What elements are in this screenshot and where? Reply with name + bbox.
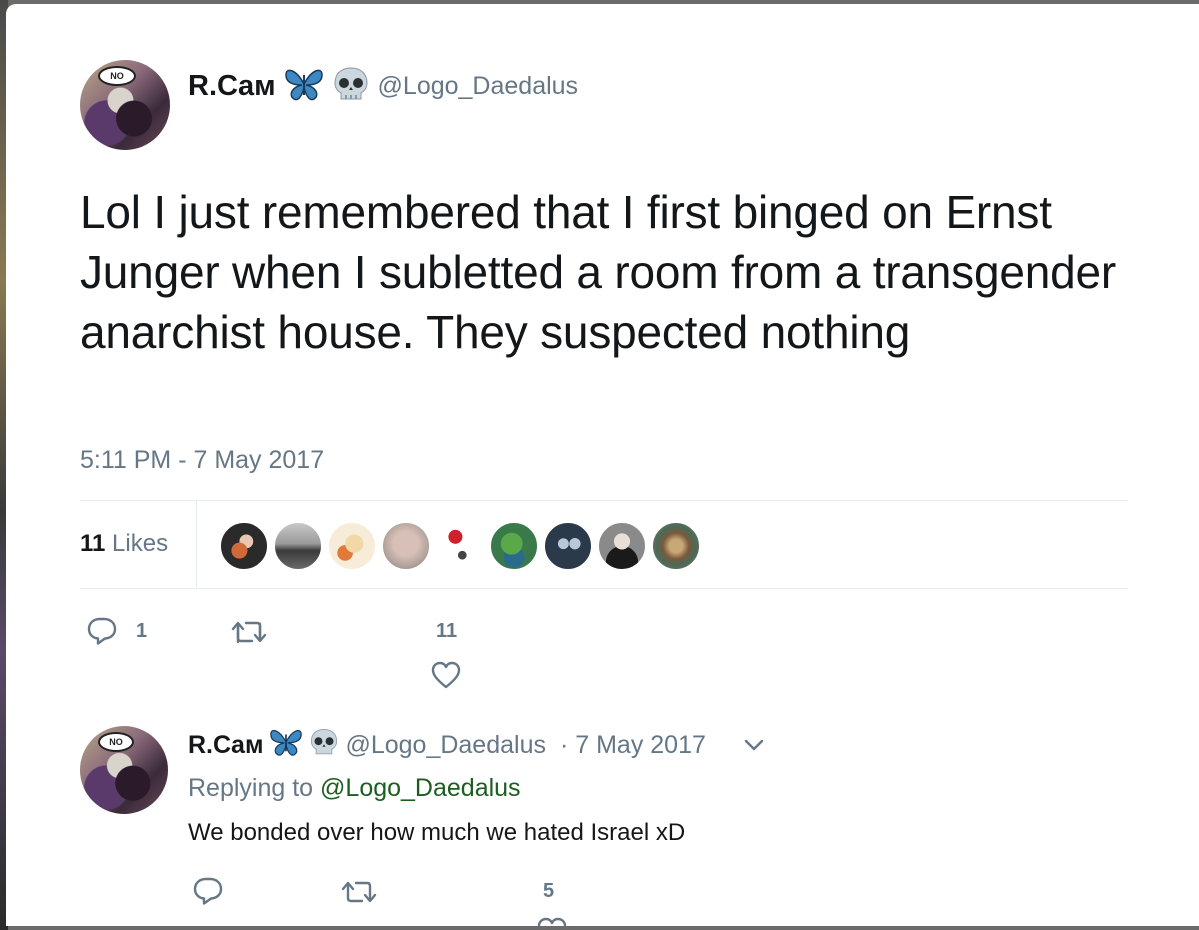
tweet-text: Lol I just remembered that I first binge… — [80, 186, 1117, 358]
replying-to-prefix: Replying to — [188, 774, 314, 802]
avatar-speech-bubble: NO — [98, 66, 136, 86]
liker-avatar[interactable] — [598, 522, 646, 570]
divider-vertical — [196, 501, 197, 587]
reply-retweet-button[interactable] — [340, 878, 378, 911]
divider — [80, 500, 1128, 501]
reply-icon — [193, 877, 223, 905]
likes-label: Likes — [112, 530, 169, 557]
skull-icon — [309, 727, 339, 764]
liker-avatar[interactable] — [652, 522, 700, 570]
heart-icon — [431, 661, 461, 689]
like-button[interactable] — [430, 660, 462, 695]
likes-count[interactable]: 11 Likes — [80, 530, 168, 558]
reply-button[interactable] — [86, 616, 118, 651]
heart-icon — [537, 917, 567, 926]
liker-avatar[interactable] — [328, 522, 376, 570]
reply-icon — [87, 617, 117, 645]
tweet-timestamp[interactable]: 5:11 PM - 7 May 2017 — [80, 446, 324, 475]
butterfly-icon — [269, 726, 303, 765]
retweet-icon — [341, 881, 377, 903]
replying-to: Replying to @Logo_Daedalus — [188, 774, 521, 803]
tweet-header: R.Cам @Logo_Daedalus — [188, 66, 578, 106]
reply-display-name[interactable]: R.Cам — [188, 731, 263, 760]
display-name[interactable]: R.Cам — [188, 70, 276, 103]
liker-avatar[interactable] — [382, 522, 430, 570]
reply-like-count: 5 — [543, 880, 555, 902]
username-handle[interactable]: @Logo_Daedalus — [378, 72, 579, 101]
avatar-speech-bubble: NO — [98, 732, 134, 752]
butterfly-icon — [284, 65, 324, 108]
reply-reply-button[interactable] — [192, 876, 224, 911]
reply-header: R.Cам @Logo_Daedalus · 7 May 2017 — [188, 726, 766, 765]
reply-avatar[interactable]: NO — [80, 726, 168, 814]
liker-avatar[interactable] — [436, 522, 484, 570]
retweet-icon — [231, 621, 267, 644]
liker-avatar[interactable] — [220, 522, 268, 570]
liker-avatar[interactable] — [274, 522, 322, 570]
reply-username-handle[interactable]: @Logo_Daedalus — [345, 731, 546, 760]
liker-avatar[interactable] — [490, 522, 538, 570]
liker-avatar[interactable] — [544, 522, 592, 570]
reply-count: 1 — [136, 620, 148, 642]
reply-date[interactable]: · 7 May 2017 — [560, 731, 706, 760]
like-count: 11 — [436, 620, 458, 642]
divider — [80, 588, 1128, 589]
reply-like-button[interactable] — [536, 916, 568, 926]
skull-icon — [332, 65, 370, 108]
likes-number: 11 — [80, 530, 106, 557]
replying-to-mention[interactable]: @Logo_Daedalus — [320, 774, 521, 802]
tweet-card: NO R.Cам @Logo_Daedalus Lol I just remem… — [6, 4, 1199, 926]
chevron-down-icon[interactable] — [742, 731, 766, 760]
reply-text: We bonded over how much we hated Israel … — [188, 819, 686, 846]
retweet-button[interactable] — [230, 618, 268, 651]
avatar[interactable]: NO — [80, 60, 170, 150]
